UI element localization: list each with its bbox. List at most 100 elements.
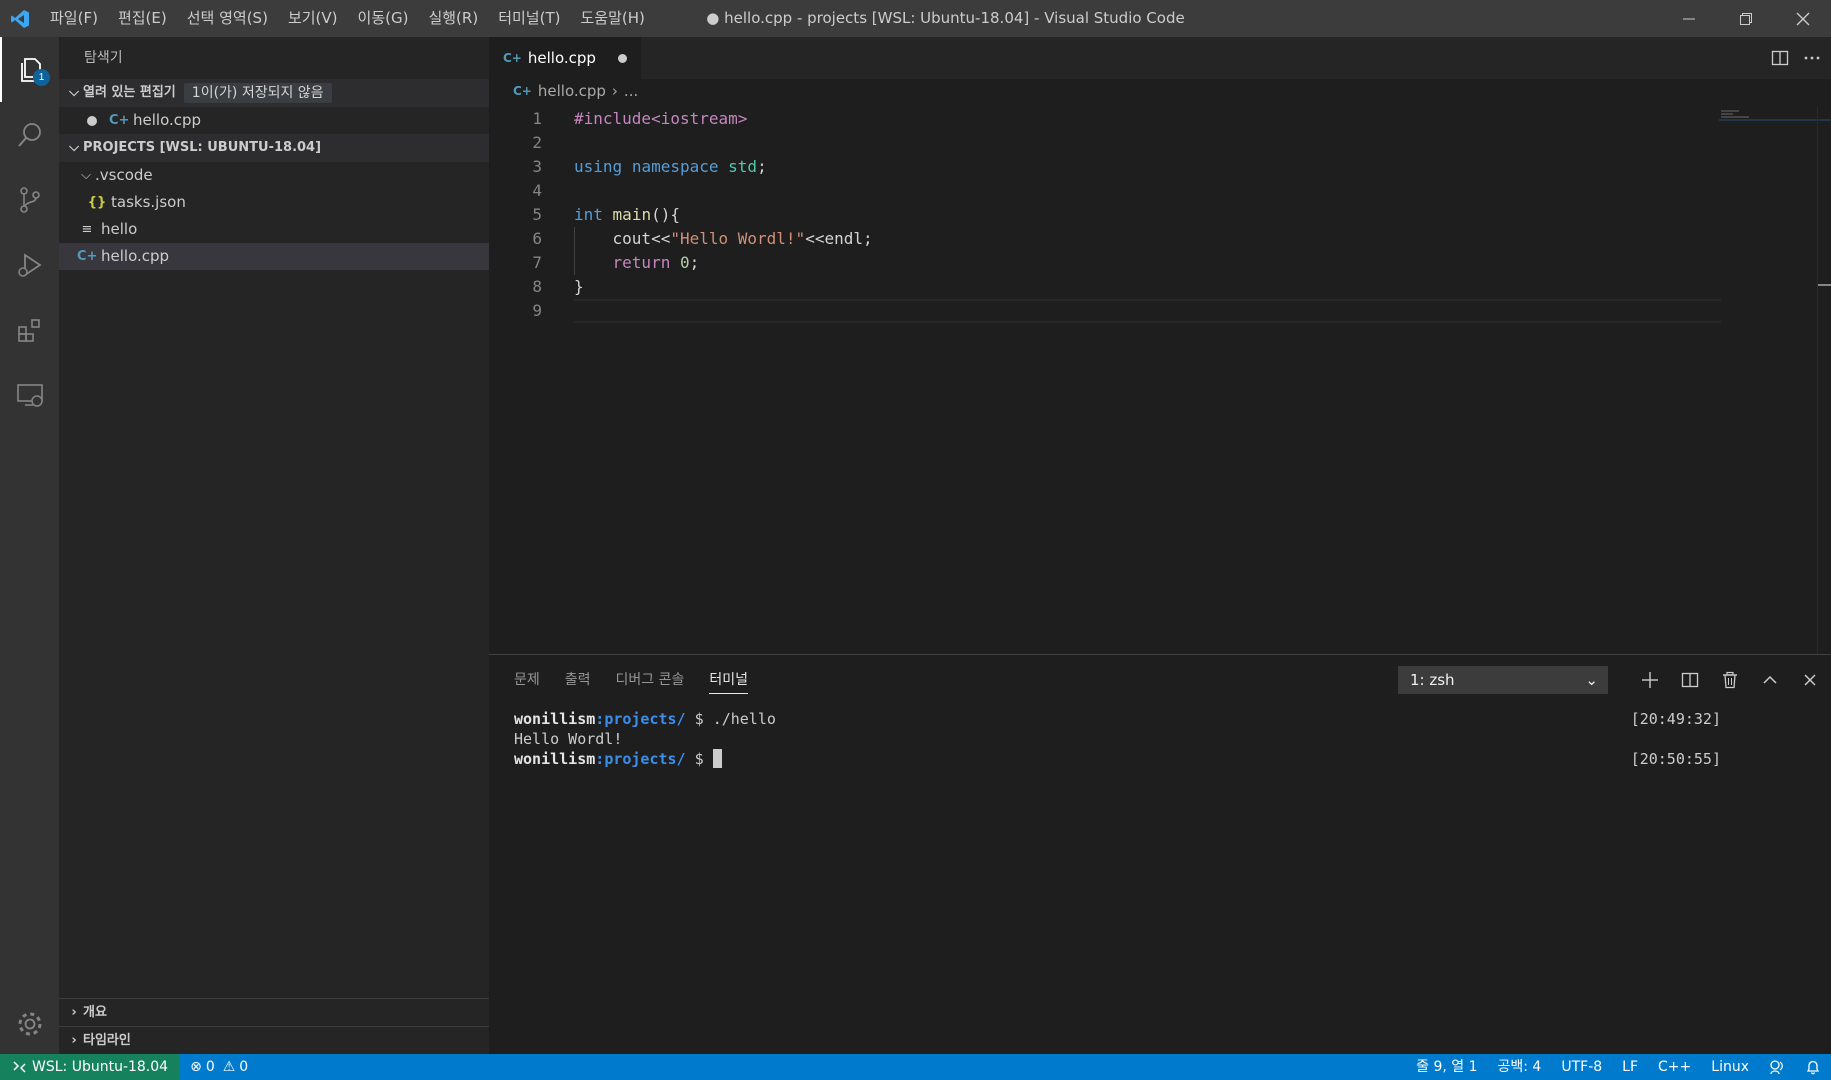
feedback-button[interactable] <box>1759 1054 1795 1080</box>
menu-edit[interactable]: 편집(E) <box>108 0 177 37</box>
remote-indicator[interactable]: WSL: Ubuntu-18.04 <box>0 1054 181 1080</box>
chevron-right-icon: › <box>71 1004 77 1020</box>
os-indicator[interactable]: Linux <box>1701 1054 1759 1080</box>
timeline-header[interactable]: › 타임라인 <box>59 1026 489 1054</box>
activity-remote-explorer[interactable] <box>0 362 59 427</box>
code-line: 8 } <box>489 275 1831 299</box>
sidebar-title: 탐색기 <box>84 50 123 66</box>
encoding[interactable]: UTF-8 <box>1551 1054 1612 1080</box>
line-number: 2 <box>532 133 542 152</box>
workspace-header[interactable]: ⌵ PROJECTS [WSL: UBUNTU-18.04] <box>59 134 489 162</box>
timeline-label: 타임라인 <box>83 1032 131 1048</box>
code-editor[interactable]: 1 #include<iostream> 2 3 using namespace… <box>489 107 1831 323</box>
code-text: return 0; <box>612 253 700 272</box>
unsaved-dot-icon[interactable] <box>618 53 627 63</box>
activity-extensions[interactable] <box>0 297 59 362</box>
code-text: using namespace std; <box>574 157 767 176</box>
tab-hello-cpp[interactable]: C+ hello.cpp <box>489 37 641 79</box>
activity-run-debug[interactable] <box>0 232 59 297</box>
status-bar-right: 줄 9, 열 1 공백: 4 UTF-8 LF C++ Linux <box>1406 1054 1831 1080</box>
tree-item-hello[interactable]: ≡ hello <box>59 216 489 243</box>
tab-terminal[interactable]: 터미널 <box>709 666 749 694</box>
new-terminal-button[interactable] <box>1637 667 1663 693</box>
breadcrumb-file[interactable]: hello.cpp <box>538 79 606 103</box>
close-window-button[interactable] <box>1774 0 1831 37</box>
menu-run[interactable]: 실행(R) <box>418 0 488 37</box>
activity-manage[interactable] <box>0 994 59 1054</box>
minimize-button[interactable] <box>1660 0 1717 37</box>
split-terminal-button[interactable] <box>1677 667 1703 693</box>
error-count: 0 <box>205 1059 215 1075</box>
activity-explorer[interactable]: 1 <box>0 37 59 102</box>
language-mode[interactable]: C++ <box>1648 1054 1701 1080</box>
code-text: int main(){ <box>574 205 680 224</box>
menu-terminal[interactable]: 터미널(T) <box>488 0 570 37</box>
close-icon <box>1796 12 1809 25</box>
warning-icon: ⚠ <box>222 1059 236 1075</box>
split-editor-icon[interactable] <box>1771 49 1789 67</box>
remote-explorer-icon <box>16 383 43 407</box>
cpp-file-icon: C+ <box>109 113 130 128</box>
terminal-output[interactable]: wonillism:projects/ $ ./hello [20:49:32] … <box>514 709 1721 769</box>
menu-go[interactable]: 이동(G) <box>348 0 419 37</box>
title-bar: 파일(F) 편집(E) 선택 영역(S) 보기(V) 이동(G) 실행(R) 터… <box>0 0 1831 37</box>
tab-debug-console[interactable]: 디버그 콘솔 <box>616 666 685 694</box>
close-icon <box>1804 674 1816 686</box>
menu-bar: 파일(F) 편집(E) 선택 영역(S) 보기(V) 이동(G) 실행(R) 터… <box>40 0 655 37</box>
error-icon: ⊗ <box>190 1059 202 1075</box>
code-line: 1 #include<iostream> <box>489 107 1831 131</box>
open-editors-label: 열려 있는 편집기 <box>83 85 176 100</box>
overview-ruler[interactable] <box>1817 107 1831 654</box>
tab-output[interactable]: 출력 <box>565 666 591 694</box>
chevron-down-icon: ⌄ <box>1585 671 1598 689</box>
terminal-line: Hello Wordl! <box>514 730 623 748</box>
line-number: 9 <box>532 301 542 320</box>
more-actions-icon[interactable] <box>1803 49 1821 67</box>
minimap[interactable] <box>1719 107 1831 121</box>
source-control-icon <box>19 186 40 213</box>
close-panel-button[interactable] <box>1797 667 1823 693</box>
warning-count: 0 <box>239 1059 249 1075</box>
unsaved-dot-icon <box>87 115 97 126</box>
settings-gear-icon <box>18 1012 41 1036</box>
code-line: 6 cout<<"Hello Wordl!"<<endl; <box>489 227 1831 251</box>
tab-label: hello.cpp <box>527 49 596 67</box>
outline-header[interactable]: › 개요 <box>59 998 489 1026</box>
menu-selection[interactable]: 선택 영역(S) <box>177 0 278 37</box>
restore-button[interactable] <box>1717 0 1774 37</box>
tab-problems[interactable]: 문제 <box>514 666 540 694</box>
panel-actions <box>1637 666 1823 694</box>
unsaved-badge: 1이(가) 저장되지 않음 <box>183 83 332 103</box>
code-text: cout<<"Hello Wordl!"<<endl; <box>612 229 873 248</box>
end-of-line[interactable]: LF <box>1612 1054 1648 1080</box>
tree-item-vscode-folder[interactable]: ⌵ .vscode <box>59 162 489 189</box>
maximize-panel-button[interactable] <box>1757 667 1783 693</box>
tree-item-hello-cpp[interactable]: C+ hello.cpp <box>59 243 489 270</box>
menu-file[interactable]: 파일(F) <box>40 0 108 37</box>
menu-help[interactable]: 도움말(H) <box>570 0 654 37</box>
menu-view[interactable]: 보기(V) <box>278 0 348 37</box>
editor-area: C+ hello.cpp C+ hello.cpp › ... 1 #inclu… <box>489 37 1831 654</box>
notifications-button[interactable] <box>1795 1054 1831 1080</box>
terminal-timestamp: [20:49:32] <box>1630 710 1721 728</box>
editor-tabs: C+ hello.cpp <box>489 37 1831 79</box>
feedback-icon <box>1770 1060 1783 1075</box>
open-editors-header[interactable]: ⌵ 열려 있는 편집기 1이(가) 저장되지 않음 <box>59 79 489 107</box>
activity-source-control[interactable] <box>0 167 59 232</box>
problems-indicator[interactable]: ⊗ 0 ⚠ 0 <box>180 1054 258 1080</box>
indentation[interactable]: 공백: 4 <box>1488 1054 1552 1080</box>
kill-terminal-button[interactable] <box>1717 667 1743 693</box>
cursor-position[interactable]: 줄 9, 열 1 <box>1406 1054 1487 1080</box>
chevron-right-icon: › <box>611 82 618 100</box>
chevron-right-icon: › <box>71 1032 77 1048</box>
code-line: 7 return 0; <box>489 251 1831 275</box>
line-number: 4 <box>532 181 542 200</box>
open-editor-item[interactable]: C+ hello.cpp <box>59 107 489 134</box>
activity-search[interactable] <box>0 102 59 167</box>
tree-item-label: .vscode <box>95 166 153 184</box>
breadcrumb-more[interactable]: ... <box>624 79 638 103</box>
tree-item-tasks-json[interactable]: {} tasks.json <box>59 189 489 216</box>
terminal-select[interactable]: 1: zsh ⌄ <box>1398 666 1608 694</box>
sidebar-bottom-sections: › 개요 › 타임라인 <box>59 998 489 1054</box>
window-controls <box>1660 0 1831 37</box>
